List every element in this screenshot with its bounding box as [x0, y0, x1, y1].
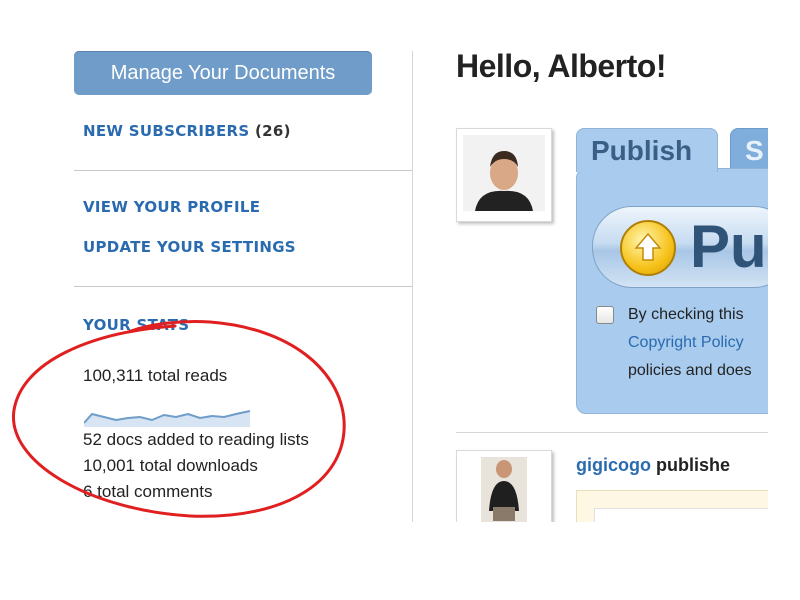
- feed-item-title: gigicogo publishe: [576, 455, 730, 476]
- sidebar-divider: [74, 286, 412, 287]
- reads-sparkline: [84, 410, 251, 427]
- tab-second[interactable]: S: [730, 128, 768, 172]
- user-photo-icon: [463, 135, 545, 211]
- copyright-text-line: By checking this: [628, 306, 744, 323]
- publish-button-label: Pu: [690, 213, 767, 280]
- stat-total-reads: 100,311 total reads: [83, 366, 228, 385]
- feed-divider: [456, 432, 768, 433]
- column-divider: [412, 51, 413, 522]
- stat-reading-lists: 52 docs added to reading lists: [83, 430, 309, 449]
- feed-username-link[interactable]: gigicogo: [576, 455, 651, 475]
- feed-action-text: publishe: [656, 455, 731, 475]
- page: Manage Your Documents NEW SUBSCRIBERS (2…: [0, 0, 768, 522]
- feed-avatar[interactable]: [456, 450, 552, 522]
- stat-total-comments: 6 total comments: [83, 482, 213, 501]
- arrow-up-circle-icon: [620, 220, 676, 276]
- copyright-checkbox[interactable]: [596, 306, 614, 324]
- update-settings-link[interactable]: UPDATE YOUR SETTINGS: [83, 238, 296, 256]
- your-stats-link[interactable]: YOUR STATS: [83, 316, 189, 334]
- new-subscribers-count: (26): [255, 122, 291, 140]
- stat-total-downloads: 10,001 total downloads: [83, 456, 258, 475]
- page-title: Hello, Alberto!: [456, 48, 666, 84]
- new-subscribers-label: NEW SUBSCRIBERS: [83, 122, 250, 140]
- user-photo-icon: [481, 457, 527, 522]
- copyright-policy-link[interactable]: Copyright Policy: [628, 334, 744, 352]
- manage-documents-button[interactable]: Manage Your Documents: [74, 51, 372, 95]
- sidebar-divider: [74, 170, 412, 171]
- view-profile-link[interactable]: VIEW YOUR PROFILE: [83, 198, 260, 216]
- feed-preview-content: [594, 508, 768, 522]
- policy-text-line: policies and does: [628, 362, 752, 379]
- tab-publish[interactable]: Publish: [576, 128, 718, 172]
- avatar[interactable]: [456, 128, 552, 222]
- new-subscribers-link[interactable]: NEW SUBSCRIBERS (26): [83, 122, 291, 140]
